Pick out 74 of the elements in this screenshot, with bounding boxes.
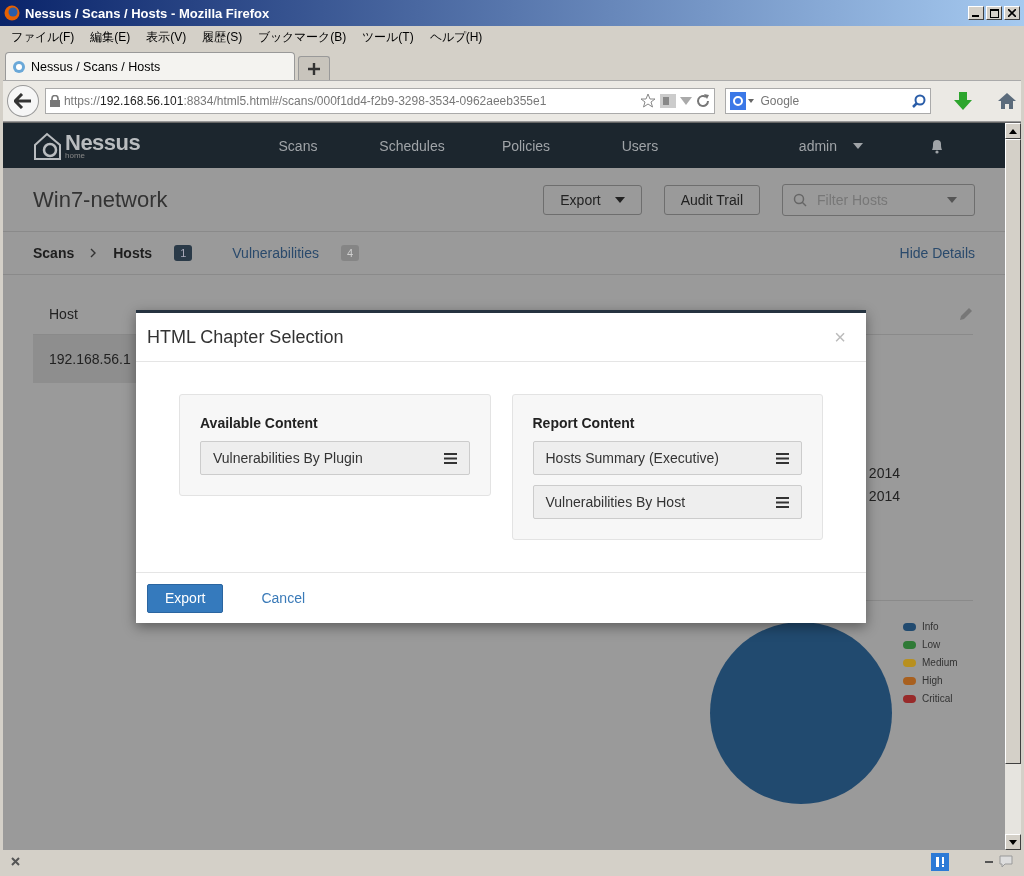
- bell-icon[interactable]: [929, 137, 945, 154]
- detail-value: 2014: [868, 488, 900, 504]
- export-button[interactable]: Export: [147, 583, 224, 613]
- close-icon[interactable]: [11, 857, 20, 866]
- menu-item[interactable]: ヘルプ(H): [421, 28, 491, 46]
- menu-item[interactable]: ツール(T): [354, 28, 422, 46]
- maximize-button[interactable]: [986, 6, 1002, 20]
- tab-favicon-icon: [12, 59, 26, 74]
- scrollbar[interactable]: [1005, 123, 1021, 850]
- section-tab[interactable]: Hosts: [113, 245, 153, 261]
- plus-icon: [308, 62, 320, 75]
- drag-handle-icon[interactable]: [443, 452, 457, 464]
- audit-trail-button[interactable]: Audit Trail: [663, 184, 760, 215]
- drag-handle-icon[interactable]: [776, 452, 789, 464]
- minimize-button[interactable]: [968, 6, 984, 20]
- cancel-link[interactable]: Cancel: [261, 590, 306, 606]
- dialog-title: HTML Chapter Selection: [147, 326, 344, 348]
- legend-label: Medium: [922, 657, 958, 668]
- back-arrow-icon: [13, 93, 32, 109]
- breadcrumb-link[interactable]: Scans: [33, 245, 75, 261]
- chapter-item[interactable]: Vulnerabilities By Host: [532, 485, 802, 519]
- search-box[interactable]: Google: [725, 88, 931, 114]
- chapter-item[interactable]: Hosts Summary (Executive): [532, 441, 802, 475]
- chapter-item[interactable]: Vulnerabilities By Plugin: [200, 441, 470, 475]
- search-icon: [793, 192, 807, 207]
- scroll-down-icon[interactable]: [1009, 839, 1017, 845]
- search-input[interactable]: Google: [758, 93, 908, 109]
- legend-label: Low: [922, 639, 941, 650]
- menu-item[interactable]: ファイル(F): [3, 28, 83, 46]
- caret-icon: [947, 196, 957, 203]
- back-button[interactable]: [7, 85, 39, 117]
- close-button[interactable]: [1004, 6, 1020, 20]
- star-icon[interactable]: [640, 93, 657, 109]
- nav-link[interactable]: Users: [583, 137, 697, 154]
- download-icon[interactable]: [953, 91, 973, 111]
- caret-icon: [614, 196, 625, 203]
- panel-heading: Available Content: [200, 415, 319, 431]
- menu-item[interactable]: 履歴(S): [194, 28, 251, 46]
- hide-details-link[interactable]: Hide Details: [899, 245, 975, 261]
- nav-link[interactable]: Schedules: [355, 137, 469, 154]
- new-tab-button[interactable]: [298, 56, 330, 80]
- window-title: Nessus / Scans / Hosts - Mozilla Firefox: [25, 5, 271, 21]
- panel-heading: Report Content: [532, 415, 636, 431]
- browser-tab[interactable]: Nessus / Scans / Hosts: [5, 52, 295, 80]
- scan-title: Win7-network: [33, 186, 169, 213]
- chevron-icon: [90, 248, 98, 258]
- minus-icon[interactable]: [985, 860, 993, 863]
- home-icon[interactable]: [997, 92, 1017, 110]
- caret-icon: [853, 142, 863, 149]
- legend-label: Critical: [922, 693, 953, 704]
- close-icon: [1008, 9, 1016, 17]
- reload-icon[interactable]: [696, 94, 711, 108]
- count-badge: 4: [340, 245, 360, 261]
- drag-handle-icon[interactable]: [776, 496, 789, 508]
- nav-link[interactable]: Scans: [241, 137, 355, 154]
- logo-icon: [33, 130, 63, 161]
- scroll-up-icon[interactable]: [1009, 128, 1017, 134]
- nav-link[interactable]: Policies: [469, 137, 583, 154]
- address-bar[interactable]: https://192.168.56.101:8834/html5.html#/scans/000f1dd4-f2b9-3298-3534-0962aeeb355e1: [44, 88, 716, 114]
- legend-label: High: [922, 675, 943, 686]
- user-menu[interactable]: admin: [798, 137, 837, 154]
- count-badge: 1: [174, 245, 193, 261]
- menu-item[interactable]: 表示(V): [138, 28, 195, 46]
- section-tab[interactable]: Vulnerabilities: [232, 245, 319, 261]
- menu-item[interactable]: ブックマーク(B): [250, 28, 355, 46]
- export-dropdown[interactable]: Export: [543, 184, 642, 215]
- firefox-icon: [4, 5, 20, 21]
- detail-value: 2014: [868, 465, 900, 481]
- lock-icon: [49, 95, 60, 107]
- maximize-icon: [989, 8, 999, 18]
- search-icon[interactable]: [912, 94, 926, 108]
- menu-item[interactable]: 編集(E): [82, 28, 139, 46]
- legend-label: Info: [922, 621, 939, 632]
- reader-icon[interactable]: [660, 94, 677, 108]
